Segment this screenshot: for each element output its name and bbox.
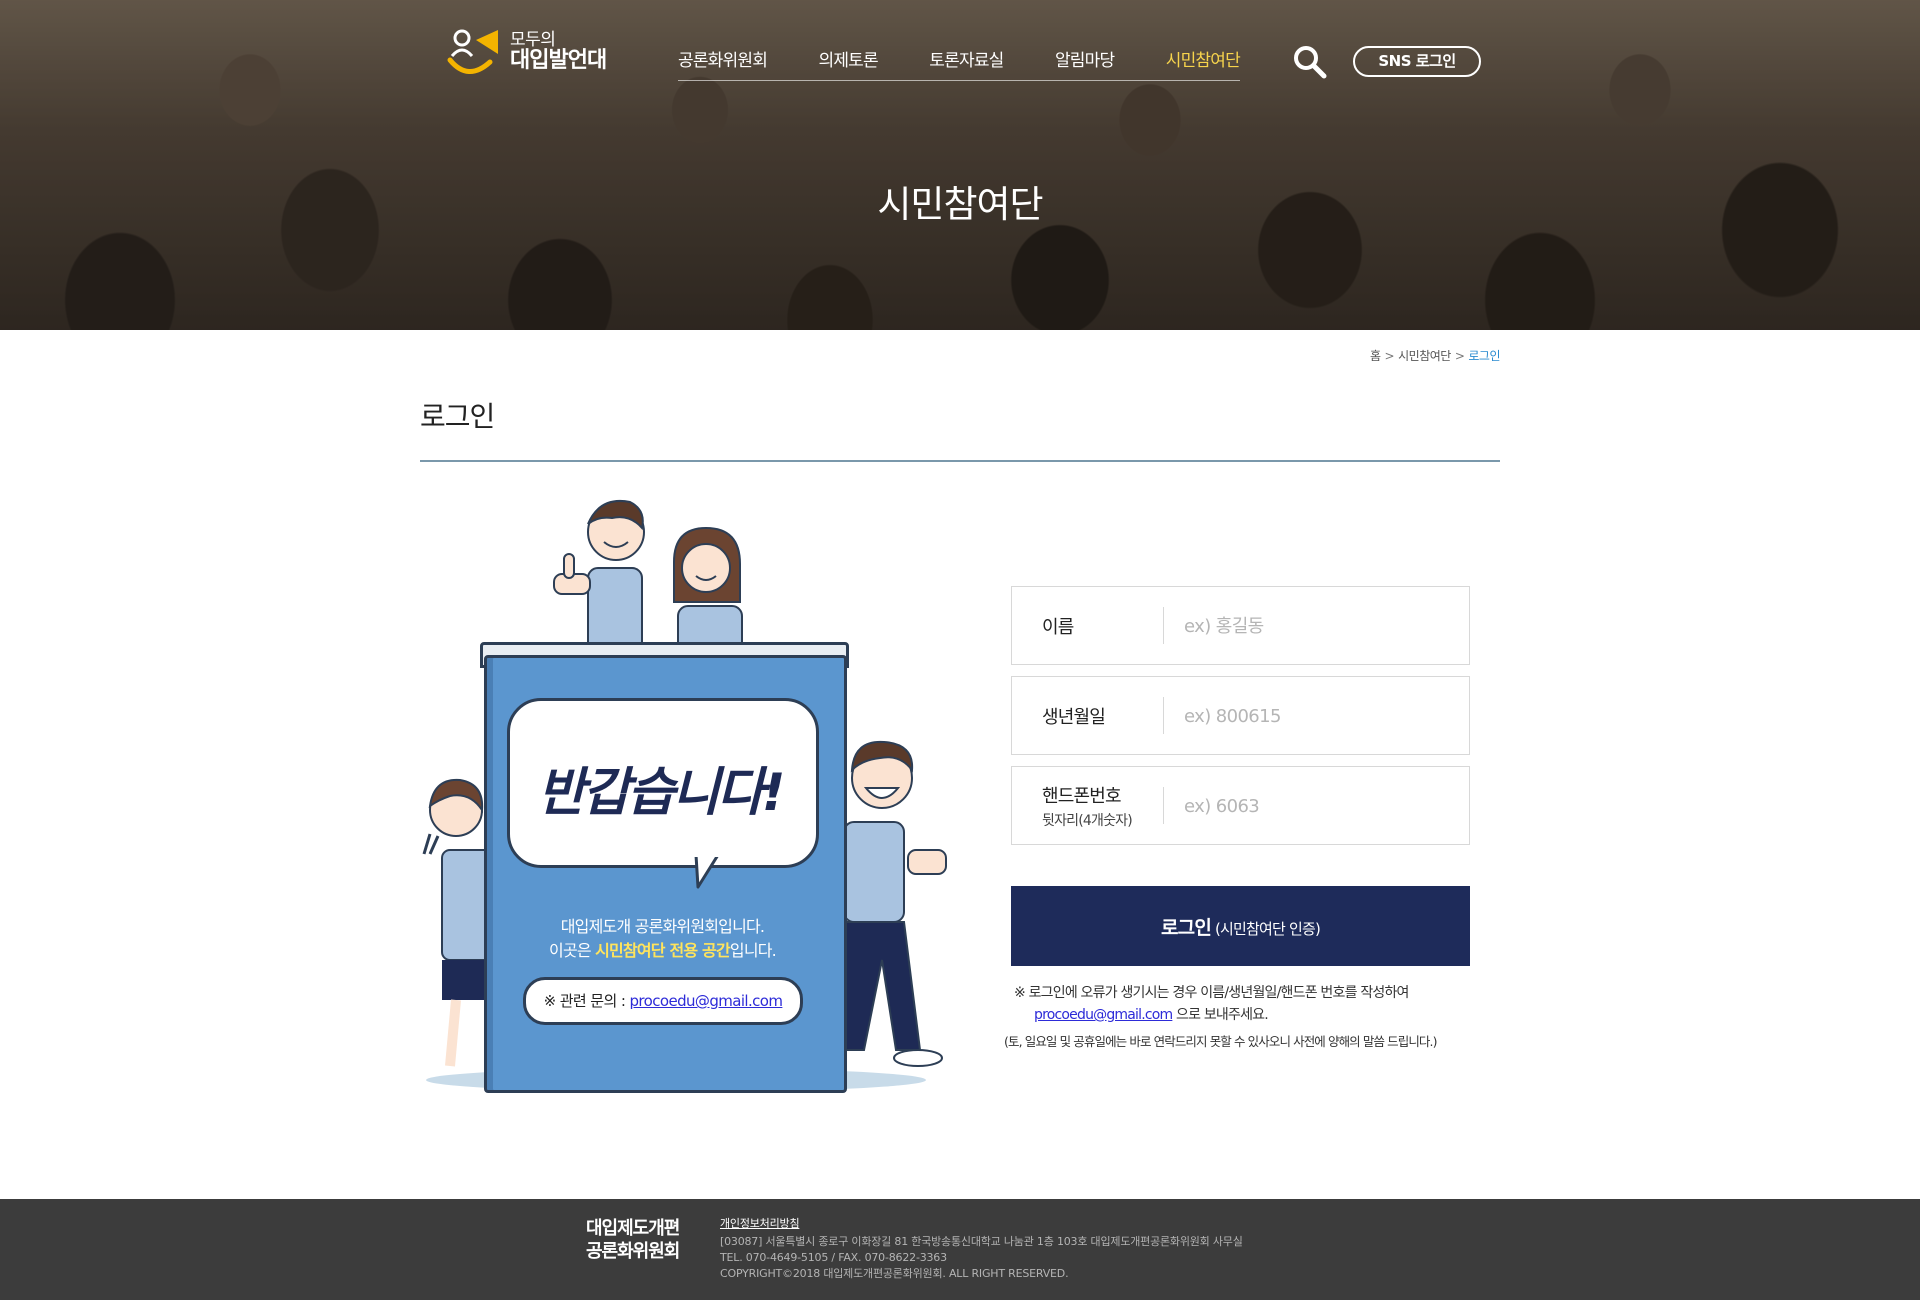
man-pointing-illustration	[838, 740, 947, 1067]
contact-email-link[interactable]: procoedu@gmail.com	[630, 992, 783, 1010]
login-error-notice: ※ 로그인에 오류가 생기시는 경우 이름/생년월일/핸드폰 번호를 작성하여 …	[1014, 982, 1484, 1026]
nav-item-agenda-debate[interactable]: 의제토론	[818, 46, 878, 71]
footer: 대입제도개편 공론화위원회 개인정보처리방침 [03087] 서울특별시 종로구…	[0, 1199, 1920, 1300]
footer-copyright: COPYRIGHT©2018 대입제도개편공론화위원회. ALL RIGHT R…	[720, 1267, 1069, 1280]
hero-banner: 모두의 대입발언대 공론화위원회 의제토론 토론자료실 알림마당 시민참여단 S…	[0, 0, 1920, 330]
notice-suffix: 으로 보내주세요.	[1172, 1007, 1269, 1023]
title-divider	[420, 460, 1500, 462]
nav-item-notices[interactable]: 알림마당	[1055, 46, 1115, 71]
footer-address: [03087] 서울특별시 종로구 이화장길 81 한국방송통신대학교 나눔관 …	[720, 1235, 1243, 1248]
chevron-right-icon: >	[1384, 349, 1395, 363]
field-divider	[1163, 607, 1164, 644]
logo-mark-icon	[447, 29, 498, 74]
search-icon	[1294, 46, 1327, 79]
phone-label: 핸드폰번호	[1042, 785, 1122, 807]
board-space-suffix: 입니다.	[729, 941, 777, 960]
birth-label: 생년월일	[1042, 706, 1106, 728]
page-title: 로그인	[420, 400, 495, 433]
breadcrumb-section[interactable]: 시민참여단	[1398, 349, 1451, 363]
notice-email-link[interactable]: procoedu@gmail.com	[1034, 1007, 1173, 1023]
breadcrumb-home[interactable]: 홈	[1370, 349, 1381, 363]
footer-logo-line1: 대입제도개편	[586, 1218, 680, 1239]
welcome-illustration: 반갑습니다! 대입제도개 공론화위원회입니다. 이곳은 시민참여단 전용 공간입…	[420, 490, 960, 1100]
footer-logo-line2: 공론화위원회	[586, 1241, 680, 1262]
logo-small-text: 모두의	[510, 29, 556, 50]
footer-logo: 대입제도개편 공론화위원회	[586, 1217, 680, 1263]
nav-item-debate-library[interactable]: 토론자료실	[929, 46, 1004, 71]
speech-bubble-tail-icon	[694, 855, 720, 889]
contact-pill: ※ 관련 문의 : procoedu@gmail.com	[523, 977, 803, 1025]
board-space-prefix: 이곳은	[549, 941, 596, 960]
name-field: 이름	[1011, 586, 1470, 665]
breadcrumb-current: 로그인	[1468, 349, 1500, 363]
board-intro-text: 대입제도개 공론화위원회입니다.	[560, 917, 765, 936]
notice-text: ※ 로그인에 오류가 생기시는 경우 이름/생년월일/핸드폰 번호를 작성하여	[1014, 985, 1409, 1001]
login-button-sublabel: (시민참여단 인증)	[1211, 919, 1321, 938]
login-button-label: 로그인	[1160, 916, 1212, 939]
name-label: 이름	[1042, 616, 1074, 638]
privacy-policy-link[interactable]: 개인정보처리방침	[720, 1216, 800, 1232]
footer-info: 개인정보처리방침 [03087] 서울특별시 종로구 이화장길 81 한국방송통…	[720, 1216, 1243, 1282]
footer-contact: TEL. 070-4649-5105 / FAX. 070-8622-3363	[720, 1251, 947, 1264]
contact-prefix: ※ 관련 문의 :	[543, 992, 630, 1010]
holiday-notice: (토, 일요일 및 공휴일에는 바로 연락드리지 못할 수 있사오니 사전에 양…	[1004, 1034, 1437, 1049]
phone-sublabel: 뒷자리(4개숫자)	[1042, 812, 1133, 829]
board-space-highlight: 시민참여단 전용 공간	[595, 941, 731, 960]
field-divider	[1163, 697, 1164, 734]
field-divider	[1163, 787, 1164, 824]
birth-field: 생년월일	[1011, 676, 1470, 755]
nav-item-committee[interactable]: 공론화위원회	[678, 46, 768, 71]
breadcrumb: 홈 > 시민참여단 > 로그인	[1300, 347, 1500, 364]
name-input[interactable]	[1182, 605, 1456, 647]
birth-input[interactable]	[1182, 695, 1456, 737]
main-nav: 공론화위원회 의제토론 토론자료실 알림마당 시민참여단	[678, 46, 1241, 81]
nav-item-citizen-panel[interactable]: 시민참여단	[1166, 46, 1241, 71]
chevron-right-icon: >	[1454, 349, 1465, 363]
search-button[interactable]	[1292, 44, 1328, 80]
greeting-text: 반갑습니다!	[537, 763, 786, 823]
logo-big-text: 대입발언대	[510, 48, 607, 74]
login-button[interactable]: 로그인 (시민참여단 인증)	[1011, 886, 1470, 966]
hero-title: 시민참여단	[877, 183, 1043, 226]
site-logo[interactable]: 모두의 대입발언대	[446, 24, 616, 80]
sns-login-button[interactable]: SNS 로그인	[1353, 46, 1481, 77]
board-space-text: 이곳은 시민참여단 전용 공간입니다.	[484, 937, 841, 961]
phone-field: 핸드폰번호 뒷자리(4개숫자)	[1011, 766, 1470, 845]
phone-input[interactable]	[1182, 785, 1456, 827]
